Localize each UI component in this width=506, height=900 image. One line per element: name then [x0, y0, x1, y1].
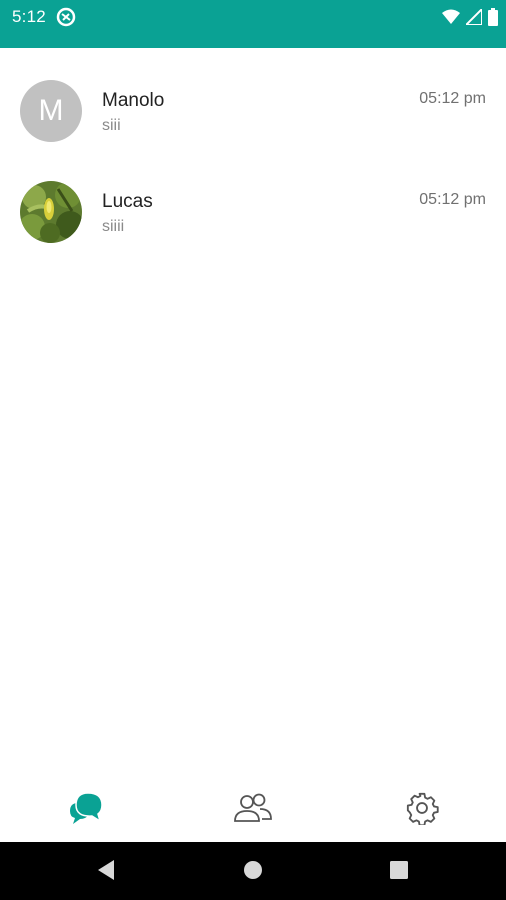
system-recents-button[interactable] — [387, 860, 411, 884]
chat-preview: siiii — [102, 218, 125, 235]
chat-time: 05:12 pm — [419, 90, 486, 107]
nav-chats[interactable] — [66, 791, 106, 830]
nav-settings[interactable] — [402, 792, 442, 828]
home-icon — [242, 859, 264, 886]
wifi-icon — [442, 9, 460, 25]
back-icon — [96, 859, 116, 886]
app-notification-icon — [56, 7, 76, 27]
system-navigation-bar — [0, 842, 506, 900]
system-back-button[interactable] — [94, 859, 118, 886]
chat-name: Manolo — [102, 90, 165, 111]
avatar-letter: M — [38, 94, 64, 127]
contacts-icon — [234, 793, 272, 828]
settings-icon — [405, 791, 439, 830]
chat-name: Lucas — [102, 191, 153, 212]
bottom-navigation — [0, 778, 506, 842]
avatar: M — [20, 80, 82, 142]
avatar-photo — [20, 181, 82, 243]
status-time: 5:12 — [12, 7, 46, 26]
nav-contacts[interactable] — [233, 792, 273, 828]
chat-preview: siii — [102, 117, 121, 134]
chats-icon — [68, 791, 104, 830]
system-home-button[interactable] — [241, 860, 265, 884]
chat-row-lucas[interactable]: Lucas siiii 05:12 pm — [0, 149, 506, 250]
chat-time: 05:12 pm — [419, 191, 486, 208]
status-bar: 5:12 — [0, 0, 506, 48]
recents-icon — [389, 860, 409, 885]
status-indicators — [442, 7, 498, 27]
chat-list: M Manolo siii 05:12 pm Lucas siiii 05:12… — [0, 48, 506, 250]
battery-icon — [488, 8, 498, 26]
chat-row-manolo[interactable]: M Manolo siii 05:12 pm — [0, 48, 506, 149]
signal-icon — [466, 9, 482, 25]
